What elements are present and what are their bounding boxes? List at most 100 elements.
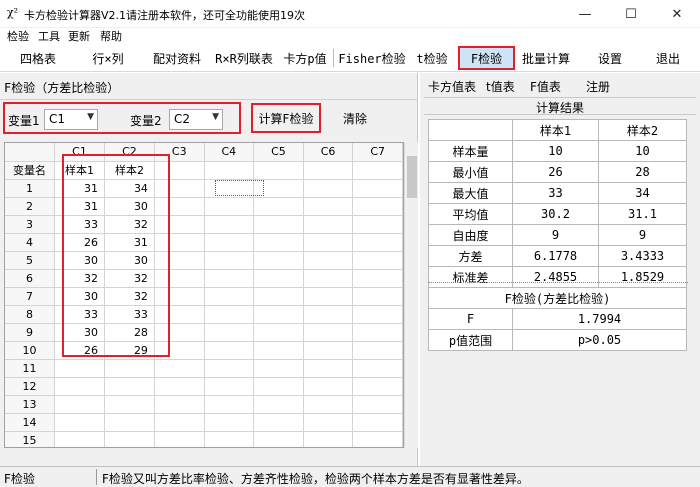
sheet-cell[interactable] [253, 431, 304, 447]
sheet-cell[interactable] [204, 395, 255, 414]
sheet-cell[interactable] [253, 341, 304, 360]
sheet-cell[interactable] [352, 413, 403, 432]
sheet-cell[interactable] [303, 215, 354, 234]
sheet-cell[interactable] [352, 305, 403, 324]
row-number[interactable]: 7 [5, 287, 56, 306]
sheet-cell-c2[interactable] [104, 431, 155, 447]
sheet-cell[interactable] [204, 269, 255, 288]
menu-item-tools[interactable]: 工具 [38, 28, 60, 44]
scrollbar-thumb[interactable] [407, 156, 417, 198]
sheet-cell[interactable] [204, 161, 255, 180]
sheet-cell[interactable] [253, 161, 304, 180]
toolbar-row-by-column[interactable]: 行×列 [80, 46, 136, 70]
sheet-cell[interactable] [303, 197, 354, 216]
sheet-cell[interactable] [303, 287, 354, 306]
horizontal-scrollbar[interactable] [4, 448, 404, 462]
row-number[interactable]: 6 [5, 269, 56, 288]
sheet-cell[interactable] [303, 413, 354, 432]
sheet-cell[interactable] [253, 305, 304, 324]
sheet-cell[interactable] [303, 179, 354, 198]
row-number[interactable]: 14 [5, 413, 56, 432]
sheet-cell[interactable] [253, 215, 304, 234]
row-number[interactable]: 5 [5, 251, 56, 270]
sheet-cell[interactable] [204, 215, 255, 234]
sheet-cell[interactable] [204, 413, 255, 432]
sheet-cell[interactable] [352, 251, 403, 270]
row-number[interactable]: 12 [5, 377, 56, 396]
tab-register[interactable]: 注册 [586, 78, 610, 95]
sheet-cell[interactable] [352, 161, 403, 180]
sheet-cell[interactable] [204, 359, 255, 378]
sheet-cell[interactable] [303, 395, 354, 414]
sheet-cell[interactable] [154, 377, 205, 396]
sheet-cell[interactable] [303, 431, 354, 447]
sheet-cell[interactable] [352, 215, 403, 234]
sheet-cell[interactable] [253, 197, 304, 216]
var1-select[interactable]: C1 ▼ [44, 109, 98, 130]
sheet-cell[interactable] [204, 431, 255, 447]
toolbar-settings[interactable]: 设置 [590, 46, 630, 70]
toolbar-fisher-test[interactable]: Fisher检验 [337, 46, 407, 70]
sheet-cell-c1[interactable] [54, 431, 105, 447]
sheet-cell[interactable] [352, 269, 403, 288]
row-number[interactable]: 3 [5, 215, 56, 234]
row-number[interactable]: 15 [5, 431, 56, 447]
sheet-cell[interactable] [303, 341, 354, 360]
column-header[interactable]: C4 [204, 143, 255, 162]
sheet-cell[interactable] [253, 251, 304, 270]
toolbar-rxr-contingency[interactable]: R×R列联表 [210, 46, 278, 70]
sheet-cell-c1[interactable] [54, 359, 105, 378]
sheet-cell[interactable] [253, 233, 304, 252]
toolbar-batch-compute[interactable]: 批量计算 [518, 46, 574, 70]
sheet-cell[interactable] [154, 359, 205, 378]
sheet-cell[interactable] [352, 395, 403, 414]
sheet-cell[interactable] [253, 413, 304, 432]
sheet-cell-c2[interactable] [104, 395, 155, 414]
sheet-cell-c1[interactable] [54, 377, 105, 396]
sheet-cell-c1[interactable] [54, 413, 105, 432]
sheet-cell[interactable] [352, 179, 403, 198]
row-number[interactable]: 9 [5, 323, 56, 342]
menu-item-help[interactable]: 帮助 [100, 28, 122, 44]
var2-select[interactable]: C2 ▼ [169, 109, 223, 130]
sheet-cell[interactable] [352, 431, 403, 447]
column-header[interactable]: C7 [352, 143, 403, 162]
sheet-cell[interactable] [253, 287, 304, 306]
sheet-cell[interactable] [204, 305, 255, 324]
sheet-cell[interactable] [253, 359, 304, 378]
sheet-cell[interactable] [204, 341, 255, 360]
sheet-cell[interactable] [253, 323, 304, 342]
sheet-cell[interactable] [352, 287, 403, 306]
menu-item-test[interactable]: 检验 [7, 28, 29, 44]
compute-f-test-button[interactable]: 计算F检验 [254, 106, 318, 130]
sheet-cell[interactable] [204, 251, 255, 270]
tab-f-table[interactable]: F值表 [530, 78, 561, 95]
row-number[interactable]: 1 [5, 179, 56, 198]
row-number[interactable]: 11 [5, 359, 56, 378]
row-number[interactable]: 10 [5, 341, 56, 360]
sheet-cell[interactable] [352, 323, 403, 342]
row-number[interactable]: 4 [5, 233, 56, 252]
sheet-cell-c2[interactable] [104, 413, 155, 432]
maximize-button[interactable]: ☐ [608, 0, 654, 28]
sheet-cell[interactable] [352, 359, 403, 378]
sheet-cell[interactable] [204, 233, 255, 252]
sheet-cell[interactable] [303, 323, 354, 342]
sheet-cell[interactable] [253, 395, 304, 414]
sheet-cell[interactable] [253, 269, 304, 288]
sheet-cell[interactable] [154, 395, 205, 414]
sheet-cell[interactable] [352, 341, 403, 360]
sheet-cell[interactable] [154, 431, 205, 447]
minimize-button[interactable]: — [562, 0, 608, 28]
row-number[interactable]: 13 [5, 395, 56, 414]
sheet-cell[interactable] [303, 233, 354, 252]
row-number[interactable]: 8 [5, 305, 56, 324]
sheet-cell[interactable] [303, 269, 354, 288]
sheet-cell-c2[interactable] [104, 377, 155, 396]
sheet-cell[interactable] [352, 197, 403, 216]
sheet-cell[interactable] [204, 323, 255, 342]
sheet-cell[interactable] [303, 305, 354, 324]
sheet-cell[interactable] [303, 377, 354, 396]
close-button[interactable]: ✕ [654, 0, 700, 28]
data-sheet[interactable]: C1 C2 C3 C4 C5 C6 C7 变量名 样本1 样本2 1 31 34 2 31 30… [4, 142, 404, 448]
